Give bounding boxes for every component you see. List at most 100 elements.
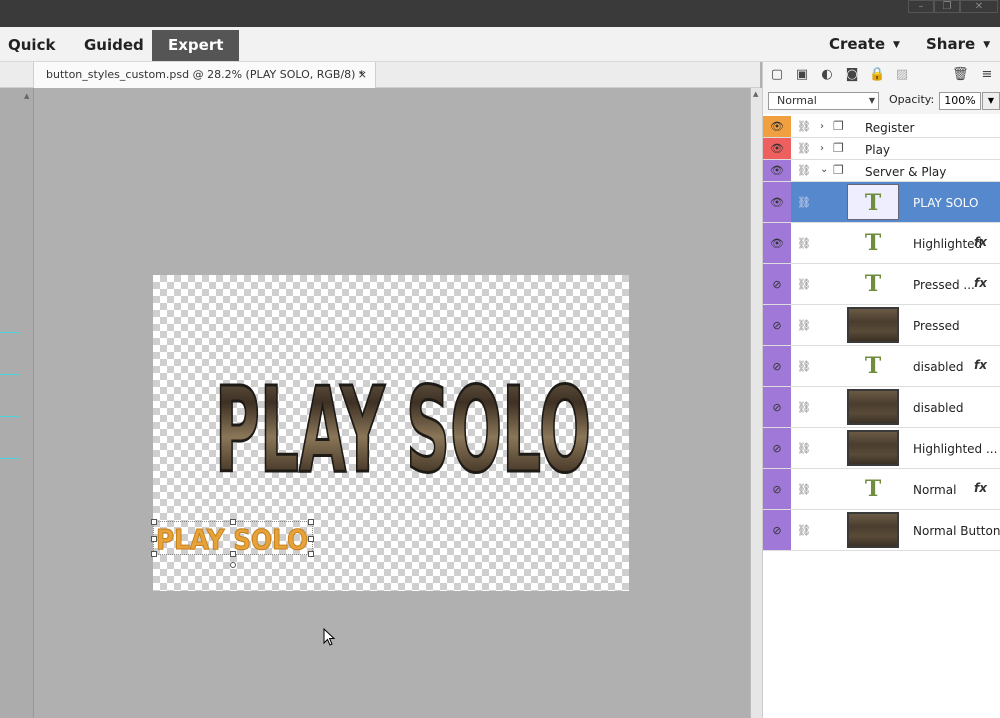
panel-menu-icon[interactable]: ≡ xyxy=(979,67,995,83)
opacity-label: Opacity: xyxy=(889,93,935,106)
adjustment-layer-icon[interactable]: ◐ xyxy=(819,67,835,83)
layer-row-register[interactable]: 👁 ⛓ › ❐ Register xyxy=(763,116,1000,138)
lock-transparency-icon[interactable]: ▨ xyxy=(894,67,910,83)
restore-icon[interactable]: ❐ xyxy=(934,0,960,13)
fx-icon[interactable]: fx xyxy=(974,276,987,290)
layer-row-normal-text[interactable]: ⊘ ⛓ T Normal fx xyxy=(763,469,1000,510)
group-icon: ❐ xyxy=(833,119,844,133)
text-layer-thumbnail: T xyxy=(847,225,899,261)
mode-quick[interactable]: Quick xyxy=(8,30,55,61)
minimize-icon[interactable]: – xyxy=(908,0,934,13)
document-canvas[interactable]: PLAY SOLO PLAY SOLO xyxy=(151,275,629,591)
layer-name: PLAY SOLO xyxy=(913,196,979,210)
link-icon[interactable]: ⛓ xyxy=(797,120,811,133)
layer-row-disabled-image[interactable]: ⊘ ⛓ disabled xyxy=(763,387,1000,428)
link-icon[interactable]: ⛓ xyxy=(797,142,811,155)
fx-icon[interactable]: fx xyxy=(974,235,987,249)
transform-handle[interactable] xyxy=(230,519,236,525)
transform-handle[interactable] xyxy=(151,551,157,557)
opacity-dropdown-icon[interactable]: ▼ xyxy=(982,92,1000,110)
guide-line xyxy=(0,332,20,333)
chevron-down-icon[interactable]: ⌄ xyxy=(820,164,828,175)
link-icon[interactable]: ⛓ xyxy=(797,164,811,177)
eye-hidden-icon[interactable]: ⊘ xyxy=(769,360,785,373)
transform-handle[interactable] xyxy=(230,551,236,557)
link-icon[interactable]: ⛓ xyxy=(797,319,811,332)
layer-row-play-solo[interactable]: 👁 ⛓ T PLAY SOLO xyxy=(763,182,1000,223)
layer-row-play[interactable]: 👁 ⛓ › ❐ Play xyxy=(763,138,1000,160)
layer-name: disabled xyxy=(913,360,964,374)
close-icon[interactable]: ✕ xyxy=(960,0,998,13)
rotate-handle[interactable] xyxy=(230,562,236,568)
mode-expert[interactable]: Expert xyxy=(152,30,240,61)
play-solo-main-text[interactable]: PLAY SOLO xyxy=(213,353,613,494)
eye-icon[interactable]: 👁 xyxy=(769,196,785,209)
create-menu[interactable]: Create ▼ xyxy=(829,27,900,62)
layer-row-disabled-text[interactable]: ⊘ ⛓ T disabled fx xyxy=(763,346,1000,387)
create-label: Create xyxy=(829,35,886,53)
eye-icon[interactable]: 👁 xyxy=(769,237,785,250)
document-tab-bar: button_styles_custom.psd @ 28.2% (PLAY S… xyxy=(0,62,760,88)
link-icon[interactable]: ⛓ xyxy=(797,278,811,291)
play-solo-small-text-selection[interactable]: PLAY SOLO xyxy=(151,519,314,568)
share-menu[interactable]: Share ▼ xyxy=(926,27,990,62)
link-icon[interactable]: ⛓ xyxy=(797,237,811,250)
link-icon[interactable]: ⛓ xyxy=(797,196,811,209)
layer-mask-icon[interactable]: ◙ xyxy=(844,67,860,83)
image-layer-thumbnail xyxy=(847,307,899,343)
eye-hidden-icon[interactable]: ⊘ xyxy=(769,319,785,332)
image-layer-thumbnail xyxy=(847,512,899,548)
eye-hidden-icon[interactable]: ⊘ xyxy=(769,278,785,291)
layer-row-server-play[interactable]: 👁 ⛓ ⌄ ❐ Server & Play xyxy=(763,160,1000,182)
transform-handle[interactable] xyxy=(151,536,157,542)
transform-handle[interactable] xyxy=(308,536,314,542)
layer-row-pressed-text[interactable]: ⊘ ⛓ T Pressed ... fx xyxy=(763,264,1000,305)
trash-icon[interactable]: 🗑 xyxy=(952,67,969,83)
link-icon[interactable]: ⛓ xyxy=(797,442,811,455)
transform-handle[interactable] xyxy=(308,551,314,557)
layer-name: Pressed ... xyxy=(913,278,975,292)
eye-icon[interactable]: 👁 xyxy=(769,120,785,133)
fx-icon[interactable]: fx xyxy=(974,358,987,372)
document-tab[interactable]: button_styles_custom.psd @ 28.2% (PLAY S… xyxy=(33,62,376,88)
layer-row-pressed-image[interactable]: ⊘ ⛓ Pressed xyxy=(763,305,1000,346)
blend-mode-value: Normal xyxy=(777,94,817,107)
eye-hidden-icon[interactable]: ⊘ xyxy=(769,483,785,496)
chevron-right-icon[interactable]: › xyxy=(820,121,824,132)
title-bar: – ❐ ✕ xyxy=(0,0,1000,27)
group-icon: ❐ xyxy=(833,141,844,155)
close-tab-icon[interactable]: × xyxy=(358,62,367,88)
layer-row-highlighted-text[interactable]: 👁 ⛓ T Highlighted fx xyxy=(763,223,1000,264)
small-text-glyphs: PLAY SOLO xyxy=(156,523,308,554)
eye-hidden-icon[interactable]: ⊘ xyxy=(769,401,785,414)
blend-mode-select[interactable]: Normal ▼ xyxy=(768,92,879,110)
layer-name: Normal xyxy=(913,483,957,497)
transform-handle[interactable] xyxy=(151,519,157,525)
opacity-input[interactable]: 100% xyxy=(939,92,981,110)
scroll-up-icon[interactable]: ▲ xyxy=(24,92,29,100)
transform-handle[interactable] xyxy=(308,519,314,525)
link-icon[interactable]: ⛓ xyxy=(797,483,811,496)
layer-row-normal-button[interactable]: ⊘ ⛓ Normal Button xyxy=(763,510,1000,551)
layer-row-highlighted-image[interactable]: ⊘ ⛓ Highlighted ... xyxy=(763,428,1000,469)
eye-hidden-icon[interactable]: ⊘ xyxy=(769,442,785,455)
play-solo-small-text: PLAY SOLO xyxy=(156,523,309,557)
chevron-down-icon: ▼ xyxy=(893,40,900,50)
scroll-up-icon[interactable]: ▲ xyxy=(753,90,758,98)
layer-name: disabled xyxy=(913,401,964,415)
fx-icon[interactable]: fx xyxy=(974,481,987,495)
eye-hidden-icon[interactable]: ⊘ xyxy=(769,524,785,537)
vertical-scrollbar[interactable]: ▲ xyxy=(750,88,762,718)
link-icon[interactable]: ⛓ xyxy=(797,524,811,537)
mode-guided[interactable]: Guided xyxy=(84,30,144,61)
eye-icon[interactable]: 👁 xyxy=(769,164,785,177)
layer-name: Highlighted xyxy=(913,237,983,251)
lock-icon[interactable]: 🔒 xyxy=(869,67,885,83)
link-icon[interactable]: ⛓ xyxy=(797,401,811,414)
new-group-icon[interactable]: ▣ xyxy=(794,67,810,83)
layer-name: Server & Play xyxy=(865,165,947,179)
new-layer-icon[interactable]: ▢ xyxy=(769,67,785,83)
chevron-right-icon[interactable]: › xyxy=(820,143,824,154)
link-icon[interactable]: ⛓ xyxy=(797,360,811,373)
eye-icon[interactable]: 👁 xyxy=(769,142,785,155)
